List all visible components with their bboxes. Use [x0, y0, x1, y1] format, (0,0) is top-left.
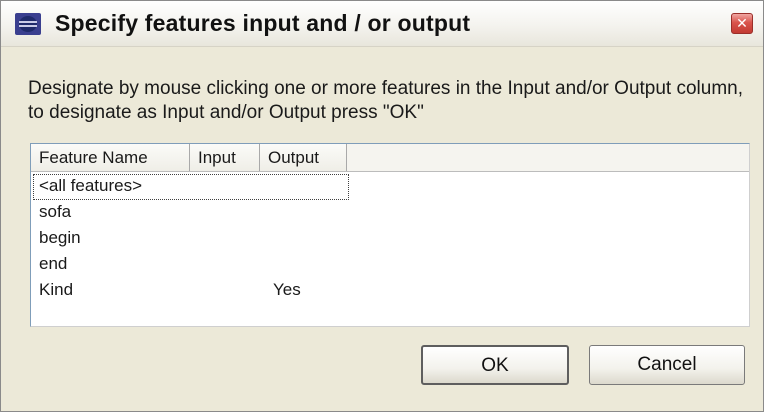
table-row[interactable]: begin — [31, 226, 749, 252]
table-row[interactable]: sofa — [31, 200, 749, 226]
dialog-window: Specify features input and / or output ✕… — [0, 0, 764, 412]
eclipse-icon — [15, 13, 41, 35]
table-row[interactable]: <all features> — [31, 174, 749, 200]
input-cell[interactable] — [192, 174, 260, 200]
title-bar[interactable]: Specify features input and / or output ✕ — [1, 1, 763, 47]
output-cell[interactable] — [267, 174, 347, 200]
output-cell[interactable] — [267, 226, 347, 252]
input-cell[interactable] — [192, 226, 260, 252]
table-row[interactable]: end — [31, 252, 749, 278]
dialog-title: Specify features input and / or output — [55, 10, 471, 36]
input-cell[interactable] — [192, 252, 260, 278]
column-header-feature-name[interactable]: Feature Name — [31, 144, 190, 171]
ok-button[interactable]: OK — [421, 345, 569, 385]
features-table[interactable]: Feature Name Input Output <all features>… — [30, 143, 750, 327]
instructions-text: Designate by mouse clicking one or more … — [28, 78, 744, 123]
table-header: Feature Name Input Output — [31, 144, 749, 172]
input-cell[interactable] — [192, 278, 260, 304]
output-cell[interactable] — [267, 252, 347, 278]
table-row[interactable]: Kind Yes — [31, 278, 749, 304]
column-header-output[interactable]: Output — [260, 144, 347, 171]
input-cell[interactable] — [192, 200, 260, 226]
output-cell[interactable] — [267, 200, 347, 226]
close-icon[interactable]: ✕ — [731, 13, 753, 34]
column-header-input[interactable]: Input — [190, 144, 260, 171]
cancel-button[interactable]: Cancel — [589, 345, 745, 385]
output-cell[interactable]: Yes — [267, 278, 347, 304]
